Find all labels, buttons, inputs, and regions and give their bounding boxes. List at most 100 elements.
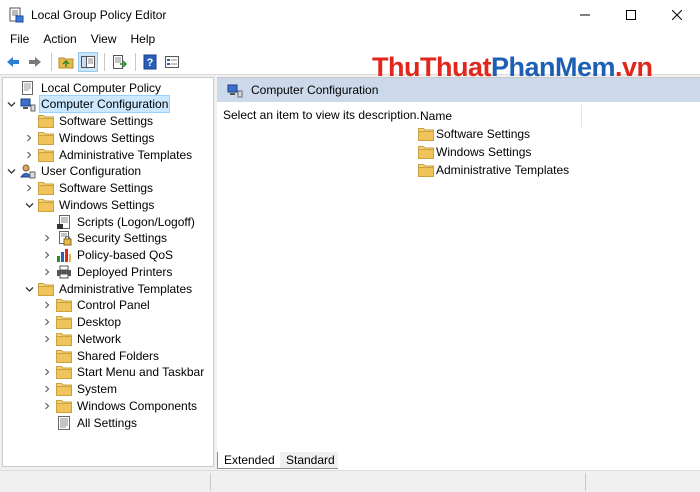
tree-item[interactable]: Deployed Printers — [42, 263, 174, 280]
minimize-icon — [580, 14, 590, 16]
tree-item[interactable]: All Settings — [42, 414, 139, 431]
expand-toggle[interactable] — [42, 314, 52, 331]
tree-item-label: Local Computer Policy — [41, 80, 162, 95]
tree-item[interactable]: User Configuration — [6, 163, 143, 180]
tree-item-label: Network — [77, 331, 122, 346]
expand-toggle[interactable] — [42, 364, 52, 381]
back-arrow-icon — [7, 56, 19, 67]
tree-item-label: Software Settings — [59, 181, 154, 195]
content-header: Computer Configuration — [217, 78, 700, 102]
tree-item[interactable]: Control Panel — [42, 297, 152, 314]
list-item-label: Administrative Templates — [436, 163, 570, 177]
folder-icon — [38, 147, 54, 163]
tree-item[interactable]: Administrative Templates — [24, 146, 194, 163]
status-bar — [0, 470, 700, 492]
menu-file[interactable]: File — [3, 30, 36, 49]
chevron-right-icon — [45, 385, 50, 393]
export-list-button[interactable] — [109, 52, 129, 72]
tree-item-label: Deployed Printers — [77, 264, 173, 279]
tab-extended[interactable]: Extended — [217, 452, 280, 469]
tree-item-label: Software Settings — [59, 114, 154, 128]
expand-toggle[interactable] — [24, 180, 34, 197]
tree-item[interactable]: Policy-based QoS — [42, 247, 175, 264]
menu-action[interactable]: Action — [36, 30, 83, 49]
expand-toggle — [42, 347, 52, 364]
back-button[interactable] — [3, 52, 23, 72]
chevron-right-icon — [45, 368, 50, 376]
tree-item[interactable]: Windows Settings — [24, 196, 156, 213]
chevron-down-icon — [25, 202, 33, 208]
tree-pane[interactable]: Local Computer Policy Computer Configurat… — [2, 77, 214, 467]
folder-icon — [56, 297, 72, 313]
expand-toggle — [6, 79, 16, 96]
tree-item[interactable]: Local Computer Policy — [6, 79, 163, 96]
forward-button[interactable] — [25, 52, 45, 72]
help-icon: ? — [143, 54, 157, 69]
maximize-button[interactable] — [608, 0, 654, 30]
expand-toggle[interactable] — [42, 297, 52, 314]
tree-item[interactable]: Start Menu and Taskbar — [42, 364, 206, 381]
expand-toggle[interactable] — [24, 196, 34, 213]
folder-icon — [38, 180, 54, 196]
expand-toggle[interactable] — [24, 129, 34, 146]
list-item[interactable]: Administrative Templates — [418, 161, 569, 179]
tree-item-label: System — [77, 382, 118, 396]
tree-item-label: Security Settings — [77, 231, 168, 246]
expand-toggle[interactable] — [42, 397, 52, 414]
chevron-right-icon — [45, 268, 50, 276]
folder-icon — [418, 126, 434, 142]
tree-item[interactable]: Windows Components — [42, 397, 199, 414]
expand-toggle[interactable] — [24, 280, 34, 297]
column-header-name[interactable]: Name — [420, 105, 582, 127]
tree-item[interactable]: Computer Configuration — [6, 95, 171, 114]
expand-toggle[interactable] — [42, 381, 52, 398]
folder-icon — [418, 162, 434, 178]
close-button[interactable] — [654, 0, 700, 30]
expand-toggle[interactable] — [42, 247, 52, 264]
menu-help[interactable]: Help — [124, 30, 163, 49]
chevron-right-icon — [45, 318, 50, 326]
tree-item-label: Desktop — [77, 315, 122, 329]
help-button[interactable]: ? — [140, 52, 160, 72]
properties-button[interactable] — [162, 52, 182, 72]
scripts-icon — [56, 214, 72, 230]
tree-item[interactable]: Security Settings — [42, 230, 169, 247]
folder-icon — [38, 197, 54, 213]
tree-item[interactable]: Scripts (Logon/Logoff) — [42, 213, 197, 230]
list-item[interactable]: Windows Settings — [418, 143, 531, 161]
forward-arrow-icon — [29, 56, 41, 67]
tree-item[interactable]: Software Settings — [24, 113, 155, 130]
svg-text:?: ? — [147, 57, 154, 69]
list-item[interactable]: Software Settings — [418, 125, 530, 143]
tree-item-label: Policy-based QoS — [77, 248, 174, 262]
folder-icon — [56, 348, 72, 364]
tree-item[interactable]: Windows Settings — [24, 129, 156, 146]
tree-item[interactable]: Shared Folders — [42, 347, 161, 364]
tree-item[interactable]: Administrative Templates — [24, 280, 194, 297]
show-hide-tree-button[interactable] — [78, 51, 98, 72]
status-separator — [210, 473, 211, 491]
expand-toggle[interactable] — [42, 230, 52, 247]
expand-toggle[interactable] — [6, 163, 16, 180]
tree-item[interactable]: System — [42, 381, 119, 398]
status-separator — [585, 473, 586, 491]
tree-item[interactable]: Desktop — [42, 314, 123, 331]
chevron-down-icon — [25, 286, 33, 292]
tree-item[interactable]: Network — [42, 330, 123, 347]
policy-document-icon — [20, 80, 36, 96]
content-header-title: Computer Configuration — [251, 83, 379, 97]
tree-item[interactable]: Software Settings — [24, 180, 155, 197]
tree-item-label: Control Panel — [77, 298, 150, 313]
tree-item-label: All Settings — [77, 415, 138, 430]
menu-view[interactable]: View — [84, 30, 124, 49]
expand-toggle[interactable] — [42, 263, 52, 280]
expand-toggle[interactable] — [24, 146, 34, 163]
minimize-button[interactable] — [562, 0, 608, 30]
chevron-down-icon — [7, 169, 15, 175]
security-icon — [56, 230, 72, 246]
expand-toggle[interactable] — [42, 330, 52, 347]
tab-standard[interactable]: Standard — [280, 452, 338, 469]
tree-item-label: Windows Components — [77, 398, 198, 413]
up-level-button[interactable] — [56, 52, 76, 72]
expand-toggle[interactable] — [6, 96, 16, 113]
